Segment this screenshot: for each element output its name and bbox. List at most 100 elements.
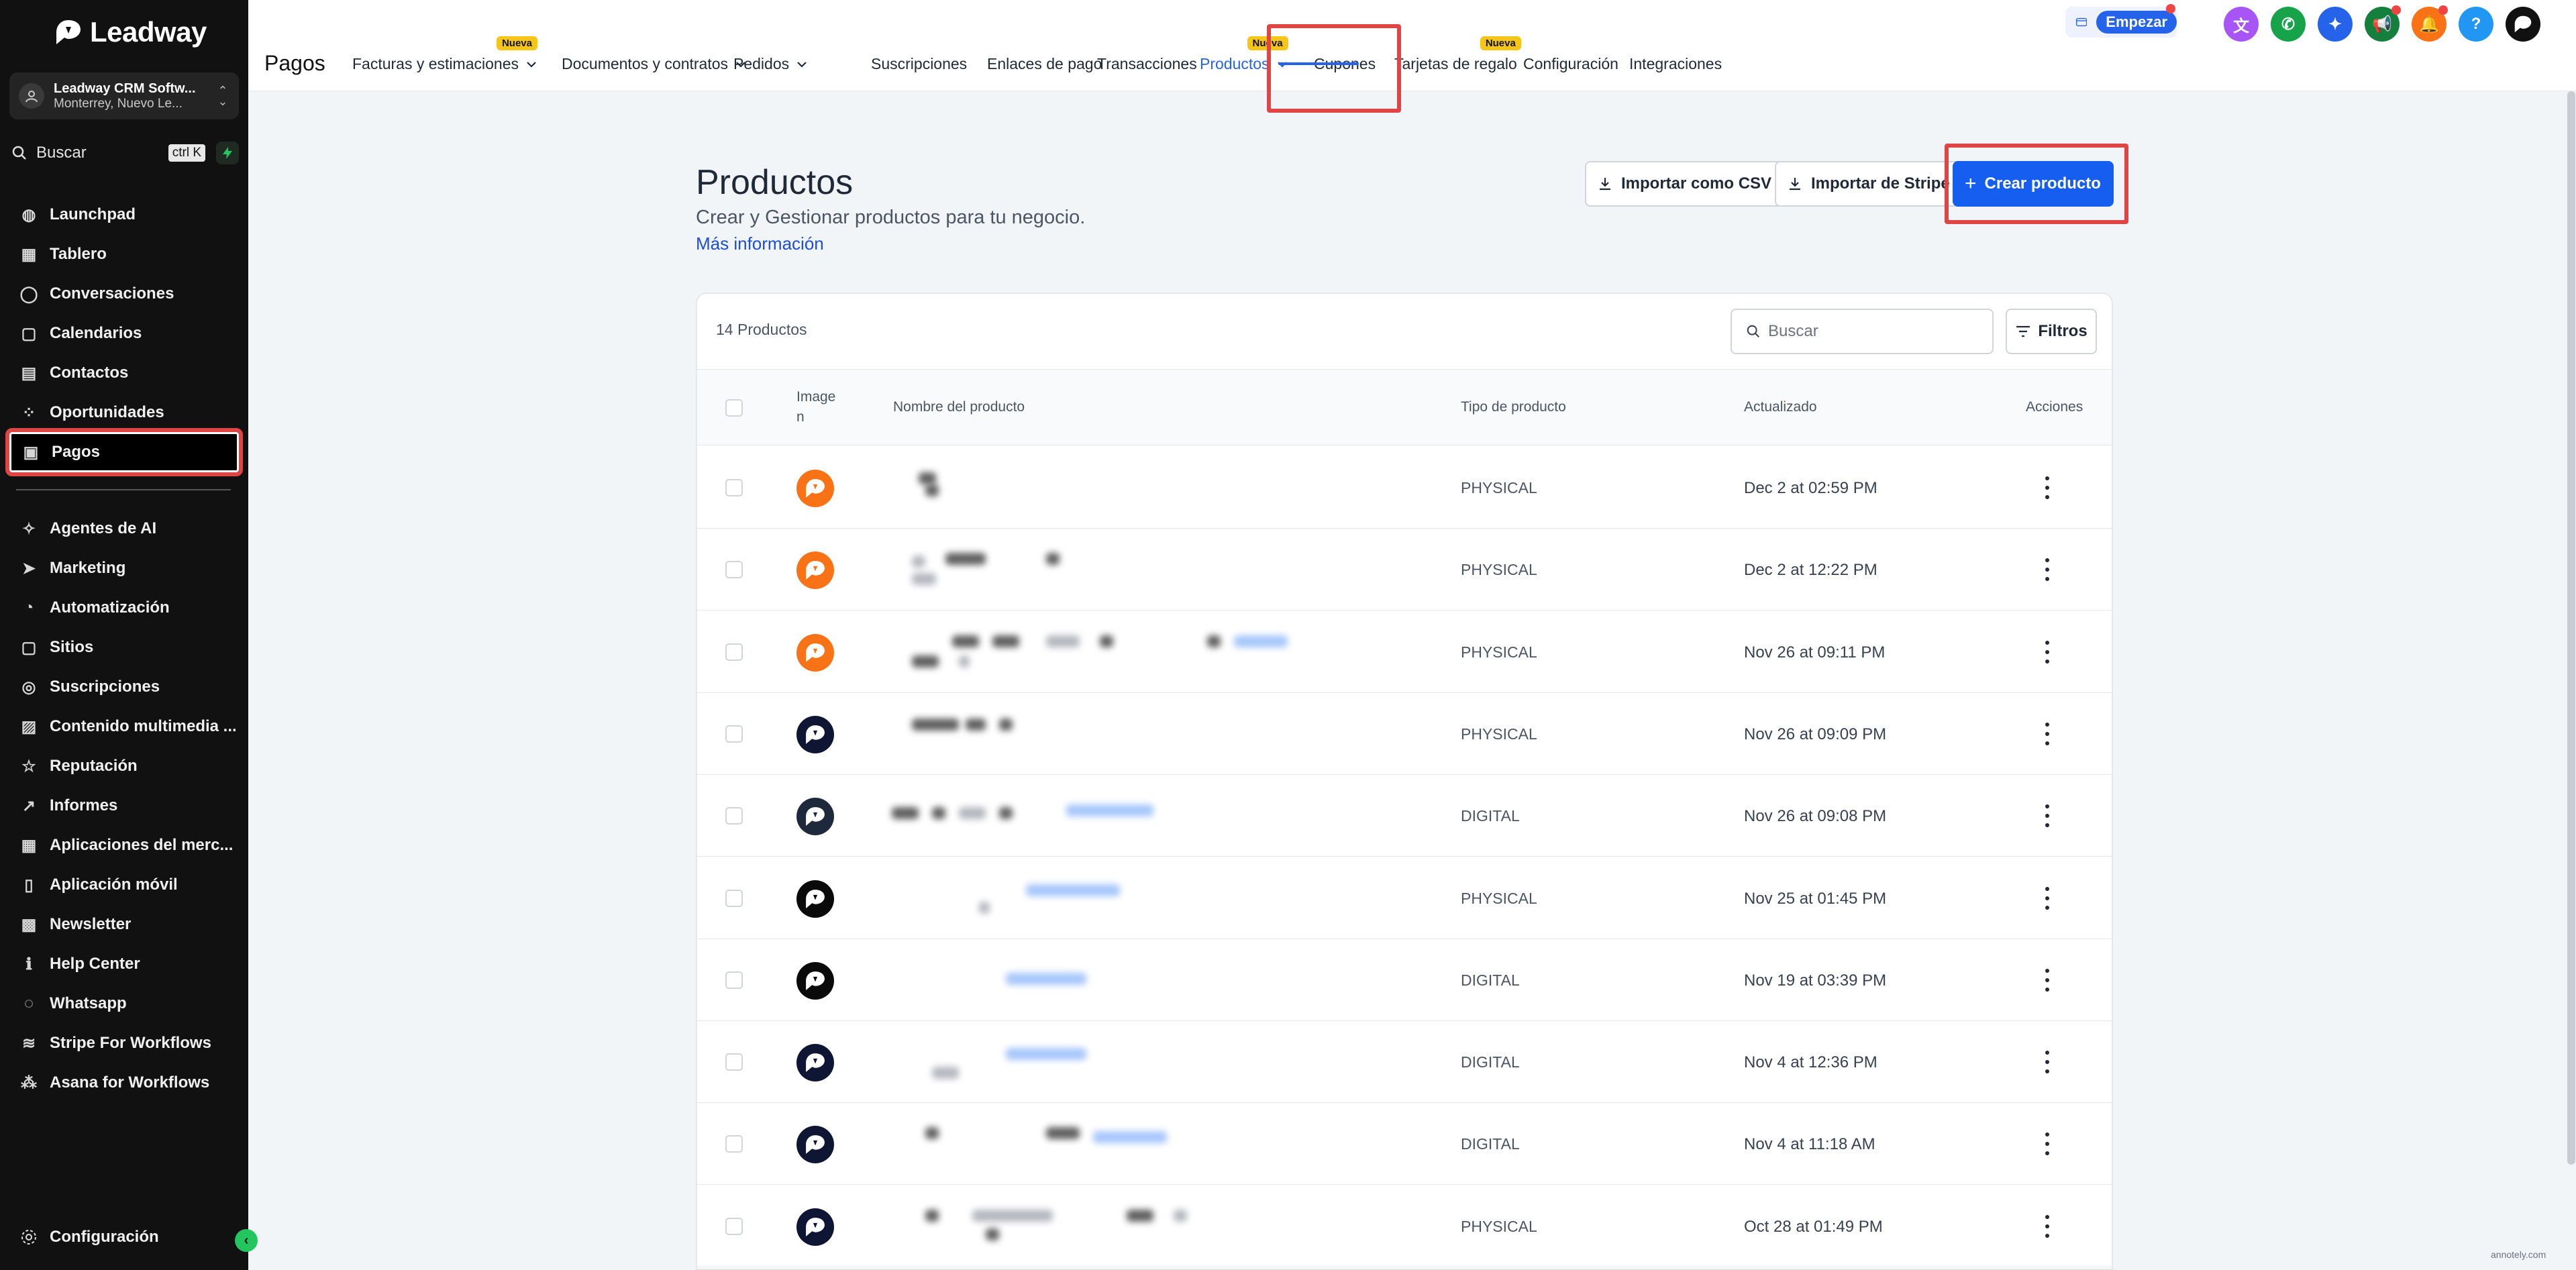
more-actions-icon[interactable]	[2042, 722, 2053, 745]
row-checkbox[interactable]	[725, 889, 743, 907]
page-scrollbar[interactable]	[2567, 91, 2575, 1165]
sidebar-item-agentes-de-ai[interactable]: ✧ Agentes de AI	[9, 510, 239, 547]
sidebar-search[interactable]: Buscar ctrl K	[11, 140, 239, 166]
sidebar-item-oportunidades[interactable]: ⁘ Oportunidades	[9, 394, 239, 431]
row-checkbox[interactable]	[725, 1217, 743, 1235]
sidebar-item-label: Suscripciones	[50, 678, 160, 696]
empezar-button[interactable]: Empezar	[2065, 4, 2177, 38]
sidebar-item-conversaciones[interactable]: ◯ Conversaciones	[9, 275, 239, 313]
tab-pedidos[interactable]: Pedidos	[733, 55, 808, 73]
column-header-name[interactable]: Nombre del producto	[893, 399, 1025, 415]
sidebar-item-contactos[interactable]: ▤ Contactos	[9, 354, 239, 392]
sidebar-item-automatización[interactable]: ◔ Automatización	[9, 589, 239, 627]
table-row[interactable]: DIGITAL Nov 26 at 09:08 PM	[697, 775, 2112, 857]
help-icon[interactable]: ?	[2459, 7, 2493, 42]
sidebar-item-label: Aplicación móvil	[50, 876, 178, 894]
more-actions-icon[interactable]	[2042, 968, 2053, 992]
sidebar-item-suscripciones[interactable]: ◎ Suscripciones	[9, 668, 239, 706]
product-image	[796, 715, 834, 753]
collapse-sidebar-icon[interactable]: ‹	[235, 1229, 258, 1252]
product-name-redacted[interactable]	[892, 878, 1335, 924]
tab-facturas-y-estimaciones[interactable]: Facturas y estimaciones Nueva	[352, 36, 537, 73]
column-header-type[interactable]: Tipo de producto	[1461, 399, 1566, 415]
product-name-redacted[interactable]	[892, 631, 1335, 678]
row-checkbox[interactable]	[725, 725, 743, 743]
column-header-updated[interactable]: Actualizado	[1744, 399, 1817, 415]
tab-enlaces-de-pago[interactable]: Enlaces de pago	[987, 55, 1102, 73]
product-name-redacted[interactable]	[892, 1123, 1335, 1170]
row-checkbox[interactable]	[725, 561, 743, 579]
account-avatar	[19, 83, 44, 109]
tab-configuraci-n[interactable]: Configuración	[1523, 55, 1618, 73]
product-name-redacted[interactable]	[892, 1041, 1335, 1088]
filters-button[interactable]: Filtros	[2006, 309, 2097, 354]
sidebar-item-tablero[interactable]: ▦ Tablero	[9, 235, 239, 273]
more-actions-icon[interactable]	[2042, 804, 2053, 828]
sidebar-item-aplicación-móvil[interactable]: ▯ Aplicación móvil	[9, 866, 239, 904]
row-checkbox[interactable]	[725, 643, 743, 661]
sidebar-item-whatsapp[interactable]: ◌ Whatsapp	[9, 985, 239, 1022]
more-actions-icon[interactable]	[2042, 640, 2053, 664]
more-actions-icon[interactable]	[2042, 558, 2053, 582]
product-name-redacted[interactable]	[892, 467, 1335, 514]
bell-icon[interactable]: 🔔	[2412, 5, 2448, 42]
more-actions-icon[interactable]	[2042, 1051, 2053, 1074]
sidebar-item-sitios[interactable]: ▢ Sitios	[9, 629, 239, 666]
product-name-redacted[interactable]	[892, 959, 1335, 1006]
tab-transacciones[interactable]: Transacciones	[1097, 55, 1197, 73]
more-actions-icon[interactable]	[2042, 476, 2053, 499]
sidebar-item-pagos[interactable]: ▣ Pagos	[5, 428, 243, 476]
row-checkbox[interactable]	[725, 1053, 743, 1071]
sidebar-item-contenido-multimedia[interactable]: ▨ Contenido multimedia ...	[9, 708, 239, 745]
brand-logo[interactable]: Leadway	[54, 16, 207, 48]
product-name-redacted[interactable]	[892, 795, 1335, 842]
table-row[interactable]: DIGITAL Nov 19 at 03:39 PM	[697, 939, 2112, 1021]
sidebar-item-configuracion[interactable]: Configuración	[9, 1218, 239, 1256]
sidebar-item-marketing[interactable]: ➤ Marketing	[9, 549, 239, 587]
table-row[interactable]: PHYSICAL Dec 2 at 12:22 PM	[697, 529, 2112, 611]
product-name-redacted[interactable]	[892, 1206, 1335, 1253]
tab-documentos-y-contratos[interactable]: Documentos y contratos	[562, 55, 747, 73]
phone-icon[interactable]: ✆	[2271, 7, 2306, 42]
table-row[interactable]: DIGITAL Nov 4 at 11:18 AM	[697, 1103, 2112, 1185]
sidebar-item-newsletter[interactable]: ▩ Newsletter	[9, 906, 239, 943]
table-row[interactable]: PHYSICAL Dec 2 at 02:59 PM	[697, 447, 2112, 529]
row-checkbox[interactable]	[725, 479, 743, 496]
sidebar-item-informes[interactable]: ↗ Informes	[9, 787, 239, 825]
table-row[interactable]: PHYSICAL Nov 26 at 09:09 PM	[697, 693, 2112, 775]
sidebar-item-help-center[interactable]: ℹ Help Center	[9, 945, 239, 983]
row-checkbox[interactable]	[725, 1135, 743, 1153]
account-switcher[interactable]: Leadway CRM Softw... Monterrey, Nuevo Le…	[9, 72, 239, 119]
tab-suscripciones[interactable]: Suscripciones	[871, 55, 967, 73]
product-name-redacted[interactable]	[892, 713, 1335, 760]
sidebar-item-asana-for-workflows[interactable]: ⁂ Asana for Workflows	[9, 1064, 239, 1102]
more-actions-icon[interactable]	[2042, 886, 2053, 910]
table-header: Image n Nombre del producto Tipo de produ…	[697, 369, 2112, 445]
sidebar-item-calendarios[interactable]: ▢ Calendarios	[9, 315, 239, 352]
row-checkbox[interactable]	[725, 807, 743, 825]
table-row[interactable]: PHYSICAL Nov 25 at 01:45 PM	[697, 857, 2112, 939]
bolt-icon[interactable]	[216, 142, 239, 164]
sidebar-item-reputación[interactable]: ☆ Reputación	[9, 747, 239, 785]
import-stripe-button[interactable]: Importar de Stripe	[1775, 161, 1962, 207]
tab-integraciones[interactable]: Integraciones	[1629, 55, 1722, 73]
learn-more-link[interactable]: Más información	[696, 233, 824, 254]
sidebar-item-aplicaciones-del-merc[interactable]: ▦ Aplicaciones del merc...	[9, 827, 239, 864]
table-search-input[interactable]: Buscar	[1731, 309, 1994, 354]
table-row[interactable]: PHYSICAL Oct 28 at 01:49 PM	[697, 1185, 2112, 1267]
translate-icon[interactable]: 文	[2224, 7, 2259, 42]
import-csv-button[interactable]: Importar como CSV	[1585, 161, 1784, 207]
table-row[interactable]: PHYSICAL Nov 26 at 09:11 PM	[697, 611, 2112, 693]
more-actions-icon[interactable]	[2042, 1132, 2053, 1156]
row-checkbox[interactable]	[725, 971, 743, 989]
magic-wand-icon[interactable]: ✦	[2318, 7, 2353, 42]
profile-avatar[interactable]	[2506, 7, 2540, 42]
tab-tarjetas-de-regalo[interactable]: Tarjetas de regalo Nueva	[1394, 36, 1521, 73]
megaphone-icon[interactable]: 📢	[2365, 5, 2401, 42]
product-name-redacted[interactable]	[892, 549, 1335, 596]
more-actions-icon[interactable]	[2042, 1214, 2053, 1238]
sidebar-item-stripe-for-workflows[interactable]: ≋ Stripe For Workflows	[9, 1024, 239, 1062]
table-row[interactable]: DIGITAL Nov 4 at 12:36 PM	[697, 1021, 2112, 1104]
sidebar-item-launchpad[interactable]: ◍ Launchpad	[9, 196, 239, 233]
select-all-checkbox[interactable]	[725, 399, 743, 417]
